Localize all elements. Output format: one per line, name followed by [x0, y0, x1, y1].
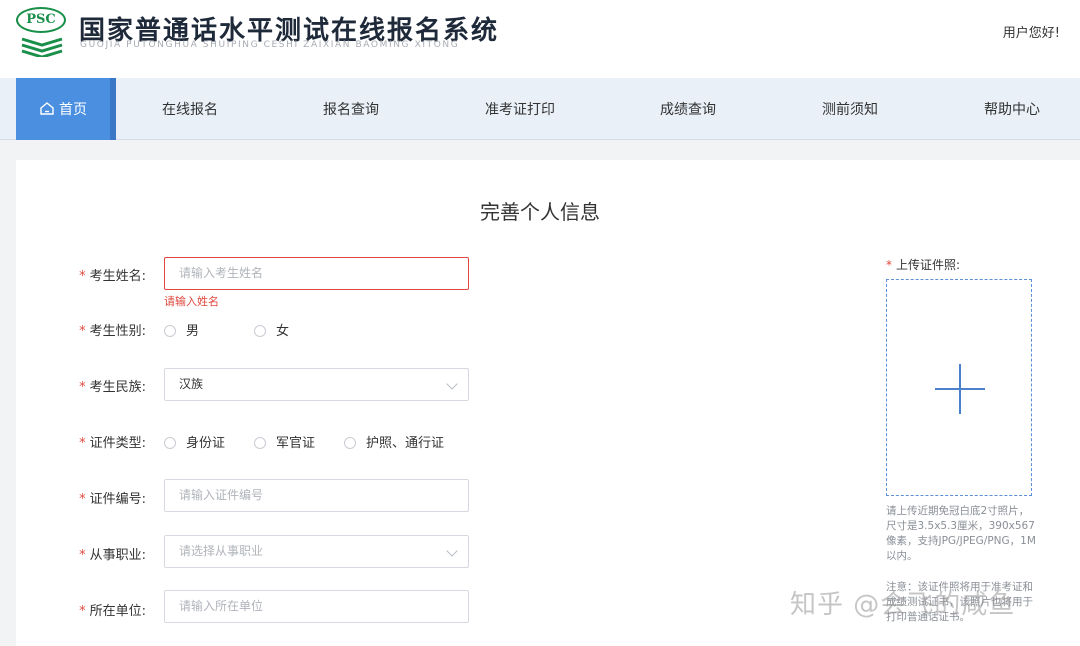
- home-icon: [40, 102, 54, 115]
- nav-item-pretest-notice[interactable]: 测前须知: [800, 78, 900, 140]
- id-number-input[interactable]: 请输入证件编号: [164, 479, 469, 512]
- nav-item-help-center[interactable]: 帮助中心: [962, 78, 1062, 140]
- ethnicity-label: * 考生民族:: [79, 380, 146, 395]
- radio-circle[interactable]: [164, 325, 176, 337]
- form-title: 完善个人信息: [480, 200, 600, 224]
- user-greeting[interactable]: 用户您好!: [1003, 22, 1060, 41]
- employer-input[interactable]: 请输入所在单位: [164, 590, 469, 623]
- radio-circle[interactable]: [254, 437, 266, 449]
- photo-upload-label: * 上传证件照:: [886, 258, 961, 272]
- chevron-down-icon: [446, 545, 458, 557]
- occupation-select[interactable]: 请选择从事职业: [164, 535, 469, 568]
- nav-item-register[interactable]: 在线报名: [140, 78, 240, 140]
- radio-circle[interactable]: [344, 437, 356, 449]
- id-type-label: * 证件类型:: [79, 436, 146, 451]
- nav-item-label: 首页: [59, 102, 87, 118]
- main-nav: 首页 在线报名 报名查询 准考证打印 成绩查询 测前须知 帮助中心: [0, 78, 1080, 140]
- form-panel: 完善个人信息 * 考生姓名: 请输入考生姓名 请输入姓名 * 考生性别: 男 女 *…: [16, 160, 1080, 646]
- employer-label: * 所在单位:: [79, 604, 146, 619]
- id-number-label: * 证件编号:: [79, 492, 146, 507]
- name-label: * 考生姓名:: [79, 269, 146, 284]
- ethnicity-select[interactable]: 汉族: [164, 368, 469, 401]
- id-type-option-passport[interactable]: 护照、通行证: [344, 432, 444, 451]
- nav-item-registration-query[interactable]: 报名查询: [301, 78, 401, 140]
- gender-option-female[interactable]: 女: [254, 320, 289, 339]
- photo-requirements: 请上传近期免冠白底2寸照片，尺寸是3.5x5.3厘米，390x567像素，支持J…: [886, 505, 1036, 562]
- name-input[interactable]: 请输入考生姓名: [164, 257, 469, 290]
- occupation-label: * 从事职业:: [79, 548, 146, 563]
- app-subtitle: GUOJIA PUTONGHUA SHUIPING CESHI ZAIXIAN …: [80, 40, 460, 50]
- id-type-option-officer-card[interactable]: 军官证: [254, 432, 315, 451]
- book-icon: [21, 37, 63, 57]
- nav-item-admission-ticket[interactable]: 准考证打印: [470, 78, 570, 140]
- watermark: 知乎 @会飞的咸鱼: [790, 590, 1016, 620]
- nav-active-corner: [110, 78, 116, 140]
- nav-item-score-query[interactable]: 成绩查询: [638, 78, 738, 140]
- radio-circle[interactable]: [164, 437, 176, 449]
- header: PSC 国家普通话水平测试在线报名系统 GUOJIA PUTONGHUA SHU…: [0, 0, 1080, 78]
- psc-logo: PSC: [16, 7, 68, 57]
- plus-icon-vertical: [959, 364, 961, 414]
- name-error-message: 请输入姓名: [164, 295, 219, 308]
- gender-option-male[interactable]: 男: [164, 320, 199, 339]
- photo-upload-area[interactable]: [886, 279, 1032, 496]
- gender-label: * 考生性别:: [79, 324, 146, 339]
- radio-circle[interactable]: [254, 325, 266, 337]
- chevron-down-icon: [446, 378, 458, 390]
- id-type-option-id-card[interactable]: 身份证: [164, 432, 225, 451]
- nav-item-home[interactable]: 首页: [16, 78, 116, 140]
- logo-text: PSC: [16, 7, 66, 33]
